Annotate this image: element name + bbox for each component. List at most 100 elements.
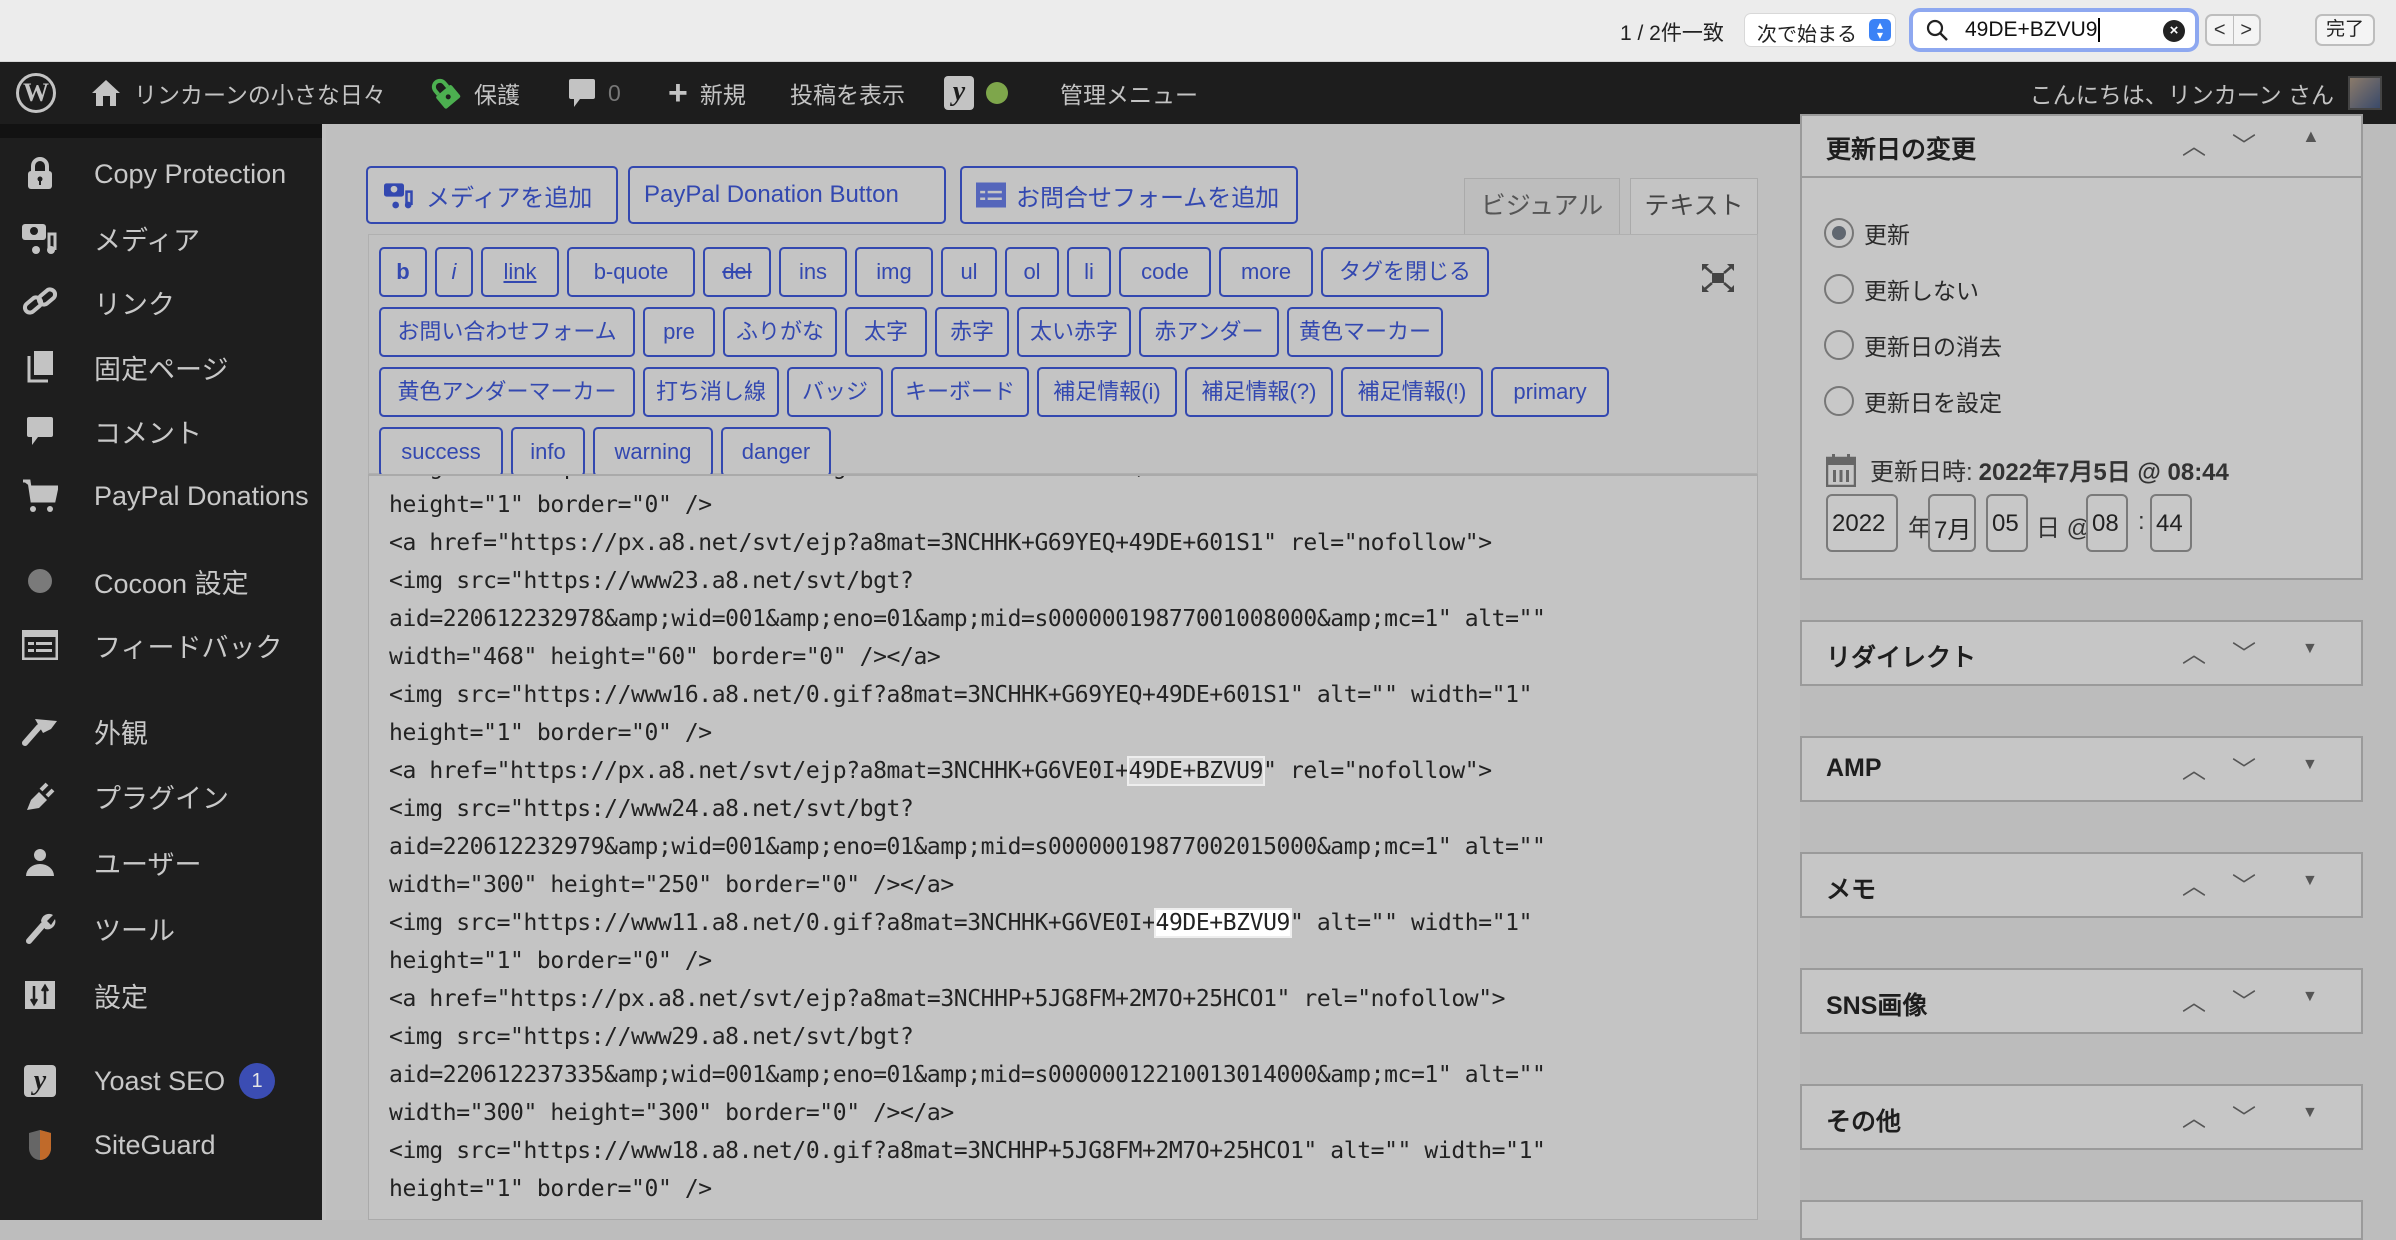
amp-box[interactable]: AMP ︿ ﹀ ▼ xyxy=(1800,736,2363,802)
qt-badge-button[interactable]: バッジ xyxy=(787,367,883,417)
sidebar-item-siteguard[interactable]: SiteGuard xyxy=(0,1120,322,1170)
qt-furigana-button[interactable]: ふりがな xyxy=(723,307,837,357)
qt-info-button[interactable]: info xyxy=(511,427,585,477)
qt-bold-button[interactable]: b xyxy=(379,247,427,297)
sns-image-box[interactable]: SNS画像 ︿ ﹀ ▼ xyxy=(1800,968,2363,1034)
new-content-link[interactable]: + 新規 xyxy=(668,62,746,124)
qt-red-underline-button[interactable]: 赤アンダー xyxy=(1139,307,1279,357)
expand-icon[interactable]: ▼ xyxy=(2302,640,2318,658)
qt-li-button[interactable]: li xyxy=(1067,247,1111,297)
sidebar-item-cocoon-settings[interactable]: Cocoon 設定 xyxy=(0,556,322,606)
qt-red-button[interactable]: 赤字 xyxy=(935,307,1009,357)
move-down-icon[interactable]: ﹀ xyxy=(2232,1098,2256,1133)
sidebar-item-copy-protection[interactable]: Copy Protection xyxy=(0,149,322,199)
qt-ul-button[interactable]: ul xyxy=(941,247,997,297)
tab-text[interactable]: テキスト xyxy=(1630,178,1758,236)
qt-yellow-marker-button[interactable]: 黄色マーカー xyxy=(1287,307,1443,357)
radio-button[interactable] xyxy=(1824,386,1854,416)
sidebar-item-appearance[interactable]: 外観 xyxy=(0,706,322,756)
sidebar-item-comments[interactable]: コメント xyxy=(0,406,322,456)
qt-ins-button[interactable]: ins xyxy=(779,247,847,297)
move-down-icon[interactable]: ﹀ xyxy=(2232,750,2256,785)
qt-strikethrough-button[interactable]: 打ち消し線 xyxy=(643,367,779,417)
qt-warning-button[interactable]: warning xyxy=(593,427,713,477)
sidebar-item-yoast-seo[interactable]: y Yoast SEO 1 xyxy=(0,1056,322,1106)
qt-info-i-button[interactable]: 補足情報(i) xyxy=(1037,367,1177,417)
expand-icon[interactable]: ▼ xyxy=(2302,1104,2318,1122)
sidebar-item-users[interactable]: ユーザー xyxy=(0,837,322,887)
qt-success-button[interactable]: success xyxy=(379,427,503,477)
qt-img-button[interactable]: img xyxy=(855,247,933,297)
qt-close-tags-button[interactable]: タグを閉じる xyxy=(1321,247,1489,297)
admin-menu-link[interactable]: 管理メニュー xyxy=(1060,62,1198,124)
qt-code-button[interactable]: code xyxy=(1119,247,1211,297)
sidebar-item-feedback[interactable]: フィードバック xyxy=(0,620,322,670)
move-up-icon[interactable]: ︿ xyxy=(2182,866,2206,901)
content-textarea[interactable]: <img src="https://www16.a8.net/0.gif?a8m… xyxy=(368,474,1758,1220)
move-up-icon[interactable]: ︿ xyxy=(2182,750,2206,785)
find-mode-select[interactable]: 次で始まる ▴ ▾ xyxy=(1745,14,1895,46)
find-prev-button[interactable]: < xyxy=(2207,16,2234,44)
yoast-admin-link[interactable]: y xyxy=(944,62,1008,124)
move-up-icon[interactable]: ︿ xyxy=(2182,634,2206,669)
site-name-link[interactable]: リンカーンの小さな日々 xyxy=(90,62,386,124)
qt-more-button[interactable]: more xyxy=(1219,247,1313,297)
move-up-icon[interactable]: ︿ xyxy=(2182,126,2206,161)
sidebar-item-settings[interactable]: 設定 xyxy=(0,970,322,1020)
tab-visual[interactable]: ビジュアル xyxy=(1464,178,1620,234)
radio-button[interactable] xyxy=(1824,218,1854,248)
qt-del-button[interactable]: del xyxy=(703,247,771,297)
qt-primary-button[interactable]: primary xyxy=(1491,367,1609,417)
month-select[interactable]: 7月 xyxy=(1928,494,1976,552)
sidebar-item-plugins[interactable]: プラグイン xyxy=(0,771,322,821)
add-contact-form-button[interactable]: お問合せフォームを追加 xyxy=(960,166,1298,224)
move-down-icon[interactable]: ﹀ xyxy=(2232,982,2256,1017)
qt-info-exclaim-button[interactable]: 補足情報(!) xyxy=(1341,367,1483,417)
move-up-icon[interactable]: ︿ xyxy=(2182,1098,2206,1133)
qt-ol-button[interactable]: ol xyxy=(1005,247,1059,297)
qt-danger-button[interactable]: danger xyxy=(721,427,831,477)
sidebar-item-links[interactable]: リンク xyxy=(0,277,322,327)
radio-set-date[interactable]: 更新日を設定 xyxy=(1824,384,2002,418)
qt-bold-red-button[interactable]: 太い赤字 xyxy=(1017,307,1131,357)
find-input[interactable]: 49DE+BZVU9 × xyxy=(1913,12,2195,48)
radio-update[interactable]: 更新 xyxy=(1824,216,1910,250)
sidebar-item-tools[interactable]: ツール xyxy=(0,903,322,953)
minute-input[interactable]: 44 xyxy=(2150,494,2192,552)
sidebar-item-paypal-donations[interactable]: PayPal Donations xyxy=(0,471,322,521)
find-next-button[interactable]: > xyxy=(2234,16,2260,44)
other-box[interactable]: その他 ︿ ﹀ ▼ xyxy=(1800,1084,2363,1150)
qt-info-question-button[interactable]: 補足情報(?) xyxy=(1185,367,1333,417)
add-media-button[interactable]: メディアを追加 xyxy=(366,166,618,224)
sidebar-item-media[interactable]: メディア xyxy=(0,213,322,263)
clear-icon[interactable]: × xyxy=(2163,20,2185,42)
find-done-button[interactable]: 完了 xyxy=(2315,14,2375,46)
comments-link[interactable]: 0 xyxy=(568,62,621,124)
move-down-icon[interactable]: ﹀ xyxy=(2232,126,2256,161)
qt-bold-jp-button[interactable]: 太字 xyxy=(845,307,927,357)
fullscreen-icon[interactable] xyxy=(1701,263,1735,293)
hour-input[interactable]: 08 xyxy=(2086,494,2128,552)
expand-icon[interactable]: ▼ xyxy=(2302,756,2318,774)
memo-box[interactable]: メモ ︿ ﹀ ▼ xyxy=(1800,852,2363,918)
radio-no-update[interactable]: 更新しない xyxy=(1824,272,1979,306)
move-down-icon[interactable]: ﹀ xyxy=(2232,866,2256,901)
day-input[interactable]: 05 xyxy=(1986,494,2028,552)
qt-contact-form-button[interactable]: お問い合わせフォーム xyxy=(379,307,635,357)
protect-link[interactable]: 保護 xyxy=(428,62,520,124)
qt-italic-button[interactable]: i xyxy=(435,247,473,297)
wp-logo-button[interactable]: W xyxy=(16,62,56,124)
qt-link-button[interactable]: link xyxy=(481,247,559,297)
radio-button[interactable] xyxy=(1824,274,1854,304)
qt-keyboard-button[interactable]: キーボード xyxy=(891,367,1029,417)
view-post-link[interactable]: 投稿を表示 xyxy=(790,62,905,124)
radio-clear-date[interactable]: 更新日の消去 xyxy=(1824,328,2002,362)
qt-yellow-under-marker-button[interactable]: 黄色アンダーマーカー xyxy=(379,367,635,417)
qt-pre-button[interactable]: pre xyxy=(643,307,715,357)
radio-button[interactable] xyxy=(1824,330,1854,360)
expand-icon[interactable]: ▼ xyxy=(2302,988,2318,1006)
move-up-icon[interactable]: ︿ xyxy=(2182,982,2206,1017)
redirect-box[interactable]: リダイレクト ︿ ﹀ ▼ xyxy=(1800,620,2363,686)
year-input[interactable]: 2022 xyxy=(1826,494,1898,552)
paypal-donation-button[interactable]: PayPal Donation Button xyxy=(628,166,946,224)
